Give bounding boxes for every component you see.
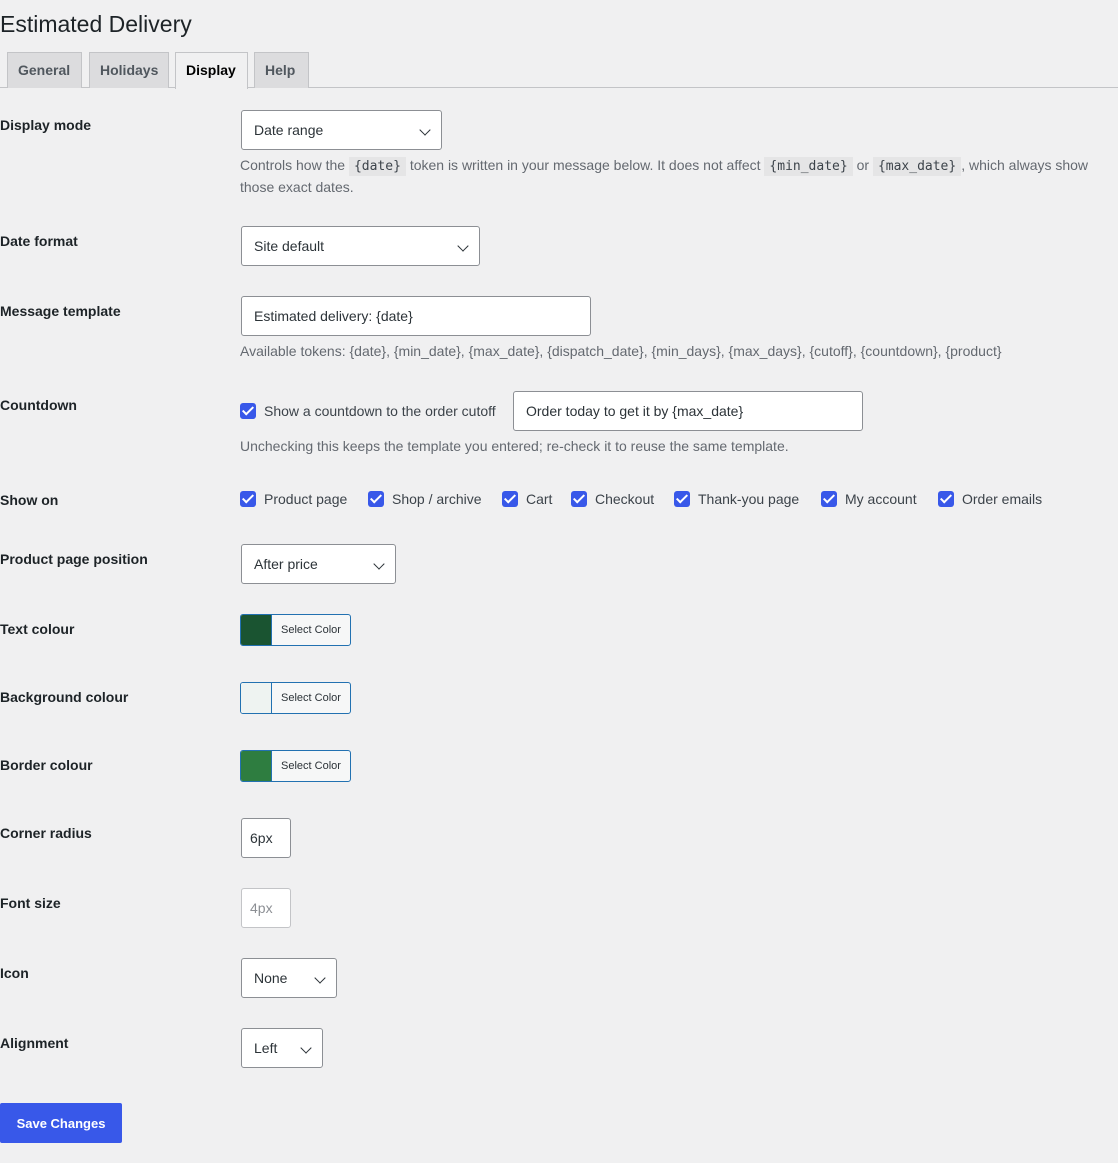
countdown-checkbox[interactable]: Show a countdown to the order cutoff: [240, 403, 496, 419]
checkbox-label: Shop / archive: [392, 491, 482, 507]
checkbox-checked-icon[interactable]: [938, 491, 954, 507]
font-size-input[interactable]: 4px: [241, 888, 291, 928]
checkbox-checked-icon[interactable]: [821, 491, 837, 507]
font-size-label: Font size: [0, 895, 61, 911]
countdown-label: Countdown: [0, 397, 77, 413]
alignment-select[interactable]: Left: [241, 1028, 323, 1068]
product-page-position-select[interactable]: After price: [241, 544, 396, 584]
token-min-date: {min_date}: [764, 157, 853, 176]
date-format-value: Site default: [254, 238, 325, 254]
icon-label: Icon: [0, 965, 29, 981]
display-mode-value: Date range: [254, 122, 324, 138]
corner-radius-label: Corner radius: [0, 825, 92, 841]
page-title: Estimated Delivery: [0, 11, 192, 37]
text-colour-label: Text colour: [0, 621, 75, 637]
checkbox-checked-icon[interactable]: [240, 491, 256, 507]
token-date: {date}: [348, 157, 406, 176]
alignment-label: Alignment: [0, 1035, 69, 1051]
date-format-select[interactable]: Site default: [241, 226, 480, 266]
corner-radius-input[interactable]: 6px: [241, 818, 291, 858]
checkbox-label: Checkout: [595, 491, 655, 507]
countdown-description: Unchecking this keeps the template you e…: [240, 438, 789, 454]
show-on-label: Show on: [0, 492, 59, 508]
chevron-down-icon: [457, 240, 469, 252]
countdown-template-input[interactable]: Order today to get it by {max_date}: [513, 391, 863, 431]
select-color-label: Select Color: [281, 760, 341, 772]
border-colour-swatch: [241, 751, 272, 781]
background-colour-swatch: [241, 683, 272, 713]
display-mode-description: Controls how the {date} token is written…: [240, 155, 1110, 198]
tab-help[interactable]: Help: [254, 52, 309, 88]
message-template-label: Message template: [0, 303, 121, 319]
checkbox-label: Order emails: [962, 491, 1043, 507]
chevron-down-icon: [314, 972, 326, 984]
message-template-description: Available tokens: {date}, {min_date}, {m…: [240, 343, 1002, 359]
token-max-date: {max_date}: [872, 157, 962, 176]
checkbox-checked-icon[interactable]: [240, 403, 256, 419]
desc-text: Controls how the: [240, 157, 346, 173]
select-color-label: Select Color: [281, 624, 341, 636]
border-colour-label: Border colour: [0, 757, 93, 773]
show-on-order-emails-checkbox[interactable]: Order emails: [938, 491, 1042, 507]
desc-text: token is written in your message below. …: [409, 157, 761, 173]
checkbox-label: Cart: [526, 491, 553, 507]
border-colour-picker[interactable]: Select Color: [240, 750, 351, 782]
checkbox-label: Product page: [264, 491, 348, 507]
show-on-my-account-checkbox[interactable]: My account: [821, 491, 917, 507]
chevron-down-icon: [373, 558, 385, 570]
background-colour-label: Background colour: [0, 689, 129, 705]
icon-select[interactable]: None: [241, 958, 337, 998]
alignment-value: Left: [254, 1040, 278, 1056]
checkbox-checked-icon[interactable]: [368, 491, 384, 507]
tab-general[interactable]: General: [7, 52, 82, 88]
tab-holidays[interactable]: Holidays: [89, 52, 169, 88]
show-on-thank-you-checkbox[interactable]: Thank-you page: [674, 491, 799, 507]
checkbox-label: My account: [845, 491, 917, 507]
chevron-down-icon: [419, 124, 431, 136]
date-format-label: Date format: [0, 233, 78, 249]
show-on-checkout-checkbox[interactable]: Checkout: [571, 491, 654, 507]
icon-value: None: [254, 970, 288, 986]
countdown-checkbox-label: Show a countdown to the order cutoff: [264, 403, 496, 419]
text-colour-picker[interactable]: Select Color: [240, 614, 351, 646]
checkbox-checked-icon[interactable]: [571, 491, 587, 507]
product-page-position-label: Product page position: [0, 551, 148, 567]
display-mode-select[interactable]: Date range: [241, 110, 442, 150]
message-template-input[interactable]: Estimated delivery: {date}: [241, 296, 591, 336]
chevron-down-icon: [300, 1042, 312, 1054]
select-color-label: Select Color: [281, 692, 341, 704]
checkbox-checked-icon[interactable]: [502, 491, 518, 507]
desc-text: or: [856, 157, 870, 173]
save-changes-button[interactable]: Save Changes: [0, 1103, 122, 1143]
checkbox-checked-icon[interactable]: [674, 491, 690, 507]
show-on-cart-checkbox[interactable]: Cart: [502, 491, 552, 507]
tab-bar: General Holidays Display Help: [0, 52, 1118, 89]
show-on-product-page-checkbox[interactable]: Product page: [240, 491, 347, 507]
text-colour-swatch: [241, 615, 272, 645]
product-page-position-value: After price: [254, 556, 318, 572]
tab-display[interactable]: Display: [175, 52, 248, 89]
show-on-shop-archive-checkbox[interactable]: Shop / archive: [368, 491, 482, 507]
display-mode-label: Display mode: [0, 117, 92, 133]
checkbox-label: Thank-you page: [698, 491, 800, 507]
background-colour-picker[interactable]: Select Color: [240, 682, 351, 714]
